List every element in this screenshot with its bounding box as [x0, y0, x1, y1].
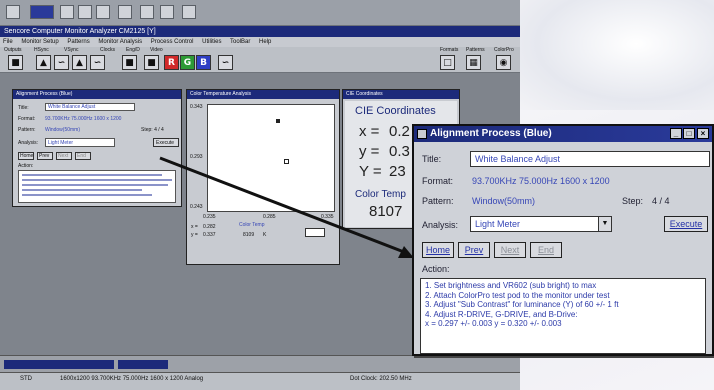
minimize-icon[interactable]: _ [670, 128, 682, 139]
home-button[interactable]: Home [422, 242, 454, 258]
format-label: Format: [422, 176, 454, 186]
actions-list: 1. Set brightness and VR602 (sub bright)… [420, 278, 706, 354]
action-label: Action: [422, 264, 450, 274]
format-value: 93.700KHz 75.000Hz 1600 x 1200 [472, 176, 610, 186]
step-value: 4 / 4 [652, 196, 670, 206]
action-step: 1. Set brightness and VR602 (sub bright)… [425, 281, 597, 290]
pattern-value: Window(50mm) [472, 196, 536, 206]
scene: Sencore Computer Monitor Analyzer CM2125… [0, 0, 714, 390]
close-icon[interactable]: × [697, 128, 709, 139]
chevron-down-icon[interactable]: ▼ [598, 217, 611, 231]
step-label: Step: [622, 196, 644, 206]
analysis-select-value: Light Meter [475, 219, 521, 229]
execute-button[interactable]: Execute [664, 216, 708, 232]
analysis-label: Analysis: [422, 220, 459, 230]
dialog-title-bar: Alignment Process (Blue) _ □ × [414, 126, 712, 142]
pattern-label: Pattern: [422, 196, 454, 206]
action-step: 3. Adjust "Sub Contrast" for luminance (… [425, 300, 619, 309]
prev-button[interactable]: Prev [458, 242, 490, 258]
title-field[interactable]: White Balance Adjust [470, 151, 710, 167]
action-step: 4. Adjust R-DRIVE, G-DRIVE, and B-Drive: [425, 309, 578, 319]
action-step: 2. Attach ColorPro test pod to the monit… [425, 290, 610, 300]
title-label: Title: [422, 154, 442, 164]
dialog-title: Alignment Process (Blue) [430, 128, 552, 139]
analysis-select[interactable]: Light Meter ▼ [470, 216, 612, 232]
next-button[interactable]: Next [494, 242, 526, 258]
maximize-icon[interactable]: □ [683, 128, 695, 139]
alignment-process-dialog: Alignment Process (Blue) _ □ × Title: Wh… [412, 124, 714, 356]
action-step: x = 0.297 +/- 0.003 y = 0.320 +/- 0.003 [425, 319, 562, 328]
system-menu-icon[interactable] [417, 129, 427, 139]
end-button[interactable]: End [530, 242, 562, 258]
